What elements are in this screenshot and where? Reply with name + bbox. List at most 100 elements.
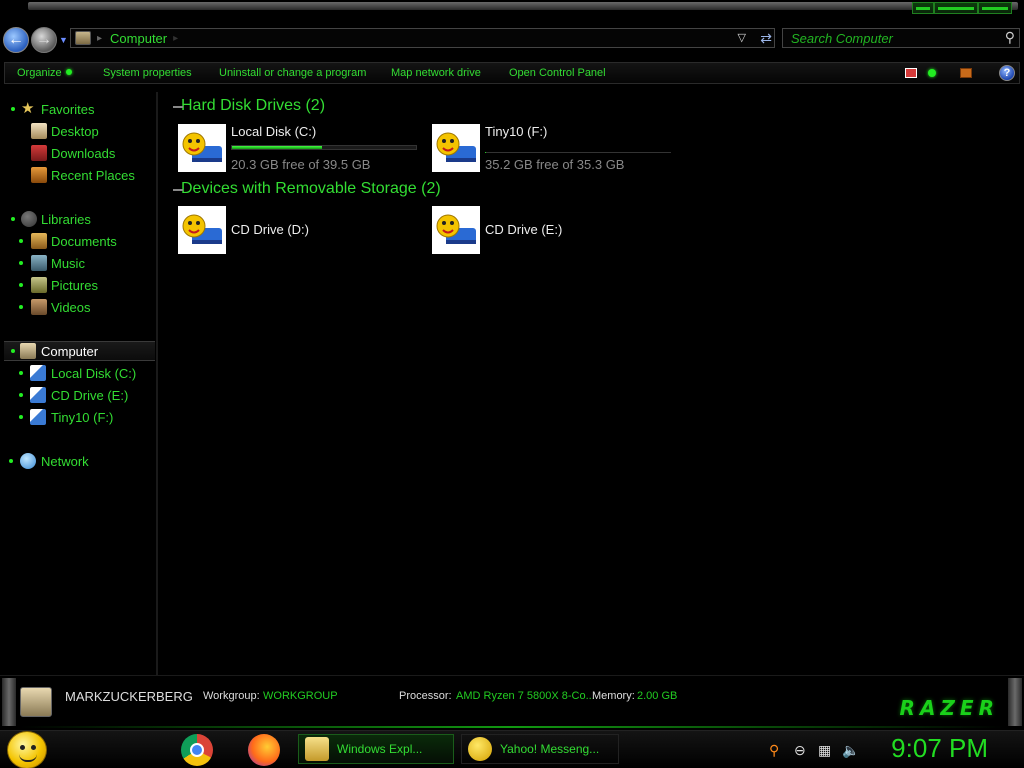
star-icon: ★ (21, 100, 35, 117)
computer-icon (20, 687, 52, 717)
open-control-panel-button[interactable]: Open Control Panel (509, 67, 606, 79)
uninstall-program-button[interactable]: Uninstall or change a program (219, 67, 366, 79)
drive-icon (30, 409, 46, 425)
drive-icon (30, 365, 46, 381)
view-options-icon[interactable] (905, 68, 917, 78)
drive-free-space: 20.3 GB free of 39.5 GB (231, 157, 371, 172)
minimize-button[interactable] (912, 2, 934, 14)
close-button[interactable] (978, 2, 1012, 14)
refresh-icon[interactable]: ⇄ (760, 30, 772, 47)
expand-dot-icon (19, 393, 23, 397)
drive-local-disk-c[interactable]: Local Disk (C:) 20.3 GB free of 39.5 GB (178, 124, 428, 174)
breadcrumb-separator[interactable]: ▸ (97, 33, 102, 44)
workgroup-value: WORKGROUP (263, 690, 338, 702)
yahoo-messenger-icon (468, 737, 492, 761)
network-tray-icon[interactable]: ▦ (818, 742, 831, 759)
title-strip (28, 2, 1018, 10)
group-title: Devices with Removable Storage (2) (181, 180, 441, 197)
breadcrumb-arrow-icon[interactable]: ▸ (173, 33, 178, 44)
expand-dot-icon (19, 305, 23, 309)
memory-value: 2.00 GB (637, 690, 678, 702)
back-button[interactable]: ← (3, 27, 29, 53)
sidebar-item-pictures[interactable]: Pictures (0, 275, 150, 295)
content-pane: Hard Disk Drives (2) Local Disk (C:) 20.… (162, 92, 1020, 675)
group-removable-storage[interactable]: Devices with Removable Storage (2) (173, 180, 441, 198)
processor-value: AMD Ryzen 7 5800X 8-Co... (456, 690, 595, 702)
address-bar[interactable]: ▸ Computer ▸ ▽ ⇄ (70, 28, 775, 48)
sidebar-item-label: Local Disk (C:) (51, 365, 137, 381)
sidebar-item-label: CD Drive (E:) (51, 387, 129, 403)
drive-name: CD Drive (E:) (485, 222, 563, 237)
organize-button[interactable]: Organize (17, 67, 72, 79)
address-dropdown-icon[interactable]: ▽ (738, 31, 746, 44)
libraries-icon (21, 211, 37, 227)
tray-status-icon[interactable]: ⊖ (794, 742, 806, 759)
glow-divider (20, 726, 1004, 728)
volume-icon[interactable]: 🔈 (842, 742, 859, 759)
drive-tiny10-f[interactable]: Tiny10 (F:) 35.2 GB free of 35.3 GB (432, 124, 682, 174)
sidebar-libraries[interactable]: Libraries (0, 209, 150, 229)
memory-label: Memory: (592, 690, 635, 702)
sidebar-item-tiny10-f[interactable]: Tiny10 (F:) (0, 407, 150, 427)
group-title: Hard Disk Drives (2) (181, 97, 326, 114)
desktop-icon (31, 123, 47, 139)
taskbar-windows-explorer[interactable]: Windows Expl... (298, 734, 454, 764)
pane-edge (2, 678, 16, 726)
computer-name: MARKZUCKERBERG (65, 689, 193, 704)
command-bar: Organize System properties Uninstall or … (4, 62, 1020, 84)
group-hard-disk-drives[interactable]: Hard Disk Drives (2) (173, 97, 326, 115)
sidebar-favorites-label: Favorites (41, 101, 95, 117)
sidebar-item-label: Tiny10 (F:) (51, 409, 114, 425)
start-button[interactable] (7, 731, 47, 768)
sidebar-item-videos[interactable]: Videos (0, 297, 150, 317)
search-icon[interactable]: ⚲ (1005, 29, 1015, 46)
drive-usage-bar (231, 145, 417, 150)
sidebar-item-local-disk-c[interactable]: Local Disk (C:) (0, 363, 150, 383)
drive-cd-e[interactable]: CD Drive (E:) (432, 206, 682, 256)
chrome-icon[interactable] (181, 734, 213, 766)
sidebar-item-label: Downloads (51, 145, 116, 161)
system-properties-button[interactable]: System properties (103, 67, 192, 79)
videos-icon (31, 299, 47, 315)
sidebar-network[interactable]: Network (0, 451, 150, 471)
collapse-icon (173, 189, 183, 191)
map-network-drive-button[interactable]: Map network drive (391, 67, 481, 79)
sidebar-item-recent-places[interactable]: Recent Places (0, 165, 150, 185)
sidebar-item-downloads[interactable]: Downloads (0, 143, 150, 163)
clock[interactable]: 9:07 PM (891, 733, 988, 764)
expand-dot-icon (11, 349, 15, 353)
taskbar-yahoo-messenger[interactable]: Yahoo! Messeng... (461, 734, 619, 764)
folder-icon (305, 737, 329, 761)
recent-pages-dropdown[interactable]: ▼ (59, 35, 68, 45)
sidebar-item-documents[interactable]: Documents (0, 231, 150, 251)
sidebar-item-label: Pictures (51, 277, 98, 293)
sidebar-item-desktop[interactable]: Desktop (0, 121, 150, 141)
maximize-button[interactable] (934, 2, 978, 14)
forward-button[interactable]: → (31, 27, 57, 53)
tray-search-icon[interactable]: ⚲ (769, 742, 779, 759)
sidebar-item-label: Videos (51, 299, 91, 315)
sidebar-item-label: Documents (51, 233, 117, 249)
drive-free-space: 35.2 GB free of 35.3 GB (485, 157, 625, 172)
sidebar-network-label: Network (41, 453, 89, 469)
pictures-icon (31, 277, 47, 293)
drive-name: Tiny10 (F:) (485, 124, 548, 139)
breadcrumb-computer[interactable]: Computer (110, 31, 167, 46)
sidebar-item-label: Desktop (51, 123, 99, 139)
preview-pane-icon[interactable] (960, 68, 972, 78)
workgroup-label: Workgroup: (203, 690, 260, 702)
drive-usage-fill (485, 152, 486, 153)
collapse-icon (173, 106, 183, 108)
sidebar-computer[interactable]: Computer (4, 341, 155, 361)
sidebar-favorites[interactable]: ★ Favorites (0, 99, 150, 119)
help-button[interactable]: ? (999, 65, 1015, 81)
drive-cd-d[interactable]: CD Drive (D:) (178, 206, 428, 256)
firefox-icon[interactable] (248, 734, 280, 766)
sidebar-item-label: Recent Places (51, 167, 135, 183)
sidebar-item-music[interactable]: Music (0, 253, 150, 273)
sidebar-item-cd-drive-e[interactable]: CD Drive (E:) (0, 385, 150, 405)
search-input[interactable]: Search Computer ⚲ (782, 28, 1020, 48)
expand-dot-icon (19, 283, 23, 287)
navigation-pane: ★ Favorites Desktop Downloads Recent Pla… (0, 92, 158, 675)
view-dropdown-icon[interactable] (928, 69, 936, 77)
